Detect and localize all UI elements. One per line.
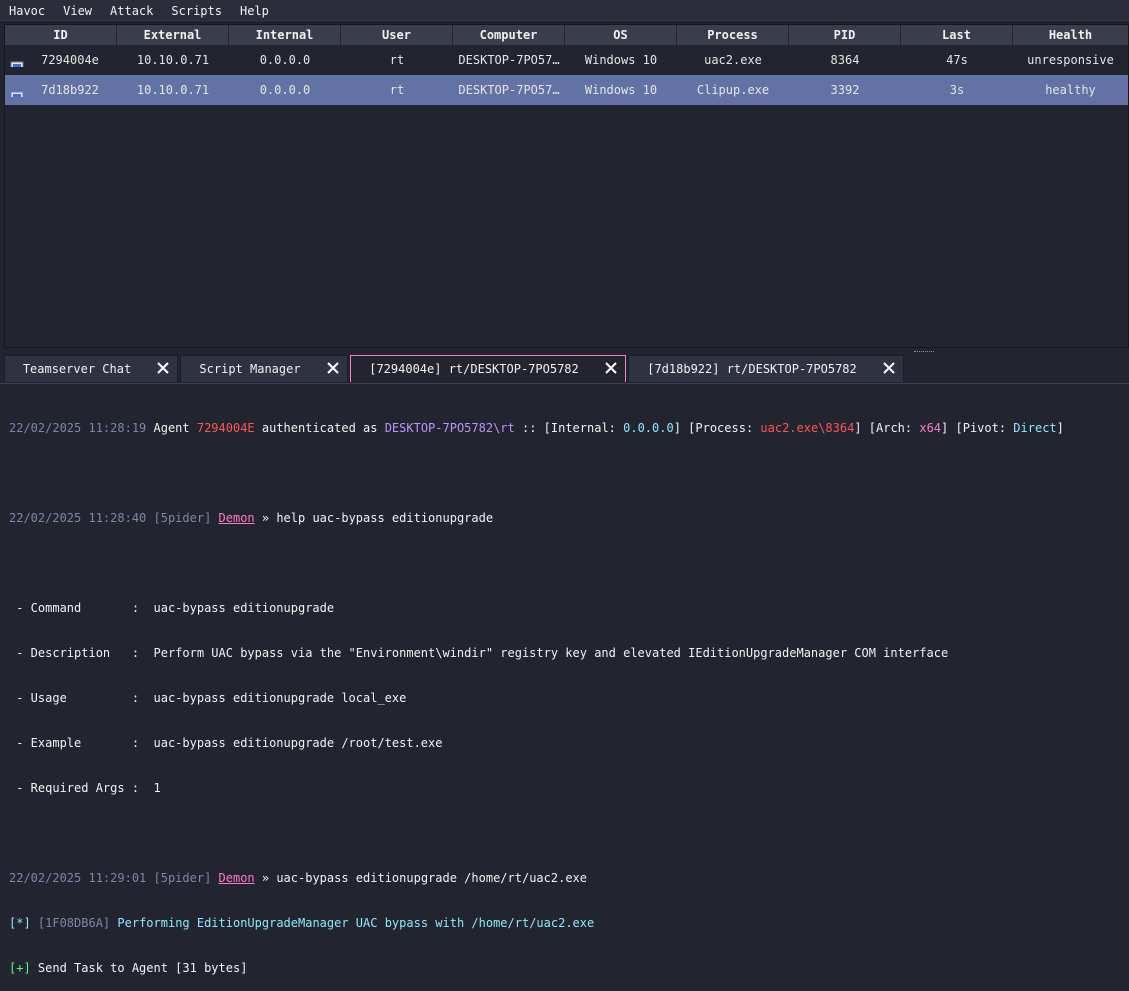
- console-text: :: [Internal:: [514, 421, 624, 435]
- console-line-info: [*] [1F08DB6A] Performing EditionUpgrade…: [9, 916, 1124, 931]
- console-text: ] [Pivot:: [941, 421, 1014, 435]
- tab-agent-7d18b922[interactable]: [7d18b922] rt/DESKTOP-7PO5782: [628, 355, 904, 382]
- computer-icon: [10, 61, 24, 67]
- agent-console-output[interactable]: 22/02/2025 11:28:19 Agent 7294004E authe…: [9, 391, 1124, 975]
- tab-teamserver-chat[interactable]: Teamserver Chat: [4, 355, 178, 382]
- tab-label: Teamserver Chat: [22, 362, 132, 376]
- column-header-last[interactable]: Last: [901, 25, 1013, 45]
- agent-id: 7294004E: [196, 421, 255, 435]
- command-text: » help uac-bypass editionupgrade: [254, 511, 494, 525]
- agent-id: 7294004e: [41, 53, 99, 67]
- column-header-external[interactable]: External: [117, 25, 229, 45]
- menu-bar: Havoc View Attack Scripts Help: [0, 0, 1129, 23]
- close-icon[interactable]: [605, 362, 617, 374]
- help-line: - Description : Perform UAC bypass via t…: [9, 646, 949, 660]
- menu-scripts[interactable]: Scripts: [162, 0, 231, 22]
- user: rt: [389, 83, 405, 97]
- table-row[interactable]: 7d18b922 10.10.0.71 0.0.0.0 rt DESKTOP-7…: [5, 75, 1128, 105]
- internal-ip: 0.0.0.0: [259, 53, 311, 67]
- column-header-computer[interactable]: Computer: [453, 25, 565, 45]
- menu-havoc[interactable]: Havoc: [0, 0, 54, 22]
- console-line-command: 22/02/2025 11:28:40 [5pider] Demon » hel…: [9, 511, 1124, 526]
- arch: x64: [919, 421, 942, 435]
- tab-agent-7294004e[interactable]: [7294004e] rt/DESKTOP-7PO5782: [350, 355, 626, 382]
- close-icon[interactable]: [883, 362, 895, 374]
- splitter-handle[interactable]: [914, 351, 934, 354]
- tab-strip-divider: [0, 383, 1129, 384]
- operator: [5pider]: [146, 871, 219, 885]
- session-table: ID External Internal User Computer OS Pr…: [4, 24, 1129, 348]
- health-status: healthy: [1045, 83, 1096, 97]
- success-text: Send Task to Agent [31 bytes]: [30, 961, 248, 975]
- console-line-command: 22/02/2025 11:29:01 [5pider] Demon » uac…: [9, 871, 1124, 886]
- console-line-success: [+] Send Task to Agent [31 bytes]: [9, 961, 1124, 976]
- task-id: [1F08DB6A]: [30, 916, 118, 930]
- pivot: Direct: [1013, 421, 1057, 435]
- close-icon[interactable]: [157, 362, 169, 374]
- process: uac2.exe\8364: [760, 421, 855, 435]
- hostname: DESKTOP-7PO5782\rt: [384, 421, 515, 435]
- user: rt: [389, 53, 405, 67]
- help-line: - Command : uac-bypass editionupgrade: [9, 601, 335, 615]
- help-line: - Required Args : 1: [9, 781, 161, 795]
- demon-link[interactable]: Demon: [219, 511, 255, 525]
- pid: 8364: [830, 53, 860, 67]
- console-text: authenticated as: [254, 421, 385, 435]
- timestamp: 22/02/2025 11:28:40: [9, 511, 147, 525]
- tab-label: [7d18b922] rt/DESKTOP-7PO5782: [647, 362, 857, 376]
- success-marker: [+]: [9, 961, 31, 975]
- computer: DESKTOP-7PO57…: [458, 83, 560, 97]
- tab-script-manager[interactable]: Script Manager: [180, 355, 348, 382]
- column-header-health[interactable]: Health: [1013, 25, 1128, 45]
- process: Clipup.exe: [696, 83, 770, 97]
- internal-ip: 0.0.0.0: [623, 421, 674, 435]
- agent-id-cell: 7d18b922: [5, 83, 117, 97]
- column-header-internal[interactable]: Internal: [229, 25, 341, 45]
- console-text: ]: [1056, 421, 1064, 435]
- external-ip: 10.10.0.71: [136, 53, 210, 67]
- console-text: ] [Process:: [673, 421, 761, 435]
- info-text: Performing EditionUpgradeManager UAC byp…: [117, 916, 595, 930]
- column-header-pid[interactable]: PID: [789, 25, 901, 45]
- console-text: Agent: [146, 421, 197, 435]
- tab-label: Script Manager: [199, 362, 301, 376]
- column-header-os[interactable]: OS: [565, 25, 677, 45]
- menu-help[interactable]: Help: [231, 0, 278, 22]
- console-text: ] [Arch:: [854, 421, 920, 435]
- info-marker: [*]: [9, 916, 31, 930]
- agent-id-cell: 7294004e: [5, 53, 117, 67]
- menu-attack[interactable]: Attack: [101, 0, 162, 22]
- last-seen: 3s: [949, 83, 965, 97]
- pid: 3392: [830, 83, 860, 97]
- command-text: » uac-bypass editionupgrade /home/rt/uac…: [254, 871, 587, 885]
- tab-bar: Teamserver Chat Script Manager [7294004e…: [4, 355, 906, 383]
- computer-icon: [10, 91, 24, 97]
- health-status: unresponsive: [1027, 53, 1114, 67]
- tab-label: [7294004e] rt/DESKTOP-7PO5782: [369, 362, 579, 376]
- close-icon[interactable]: [327, 362, 339, 374]
- internal-ip: 0.0.0.0: [259, 83, 311, 97]
- timestamp: 22/02/2025 11:29:01: [9, 871, 147, 885]
- column-header-id[interactable]: ID: [5, 25, 117, 45]
- help-line: - Example : uac-bypass editionupgrade /r…: [9, 736, 443, 750]
- process: uac2.exe: [704, 53, 762, 67]
- agent-id: 7d18b922: [41, 83, 99, 97]
- column-header-user[interactable]: User: [341, 25, 453, 45]
- os: Windows 10: [584, 53, 658, 67]
- table-header: ID External Internal User Computer OS Pr…: [5, 25, 1128, 45]
- demon-link[interactable]: Demon: [219, 871, 255, 885]
- os: Windows 10: [584, 83, 658, 97]
- timestamp: 22/02/2025 11:28:19: [9, 421, 147, 435]
- computer: DESKTOP-7PO57…: [458, 53, 560, 67]
- help-line: - Usage : uac-bypass editionupgrade loca…: [9, 691, 407, 705]
- menu-view[interactable]: View: [54, 0, 101, 22]
- external-ip: 10.10.0.71: [136, 83, 210, 97]
- console-line-auth: 22/02/2025 11:28:19 Agent 7294004E authe…: [9, 421, 1124, 436]
- column-header-process[interactable]: Process: [677, 25, 789, 45]
- table-row[interactable]: 7294004e 10.10.0.71 0.0.0.0 rt DESKTOP-7…: [5, 45, 1128, 75]
- last-seen: 47s: [946, 53, 968, 67]
- operator: [5pider]: [146, 511, 219, 525]
